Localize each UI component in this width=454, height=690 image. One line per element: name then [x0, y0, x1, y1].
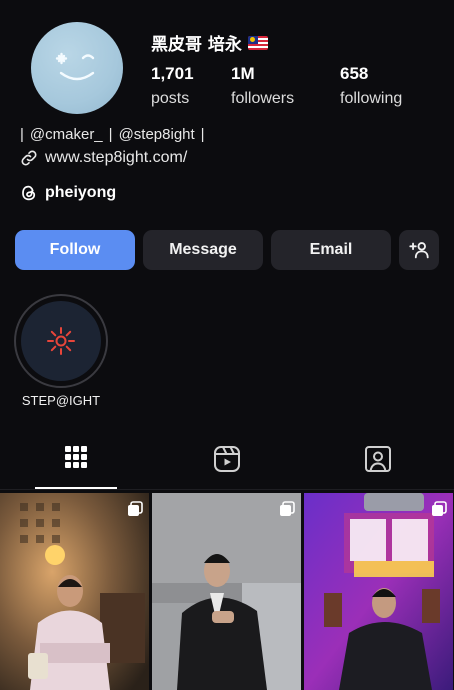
- grid-post-3[interactable]: [304, 493, 453, 690]
- threads-handle: pheiyong: [45, 184, 117, 201]
- posts-stat[interactable]: 1,701 posts: [151, 64, 194, 108]
- reels-icon: [213, 446, 240, 472]
- display-name: 黑皮哥 培永: [151, 30, 268, 55]
- grid-post-2[interactable]: [152, 493, 301, 690]
- email-button[interactable]: Email: [271, 230, 391, 270]
- tagged-icon: [364, 446, 391, 472]
- following-stat[interactable]: 658 following: [340, 64, 402, 108]
- tab-tagged[interactable]: [302, 443, 453, 491]
- avatar[interactable]: [31, 22, 123, 114]
- tab-posts-grid[interactable]: [0, 443, 151, 491]
- profile-link[interactable]: www.step8ight.com/: [20, 149, 187, 167]
- grid-icon: [64, 446, 87, 468]
- post-image-3: [304, 493, 453, 690]
- follow-button[interactable]: Follow: [15, 230, 135, 270]
- highlight-step8ight[interactable]: [14, 294, 108, 388]
- post-image-2: [152, 493, 301, 690]
- multi-post-icon: [280, 501, 295, 516]
- mention-cmaker[interactable]: @cmaker_: [30, 126, 103, 143]
- following-label: following: [340, 90, 403, 107]
- sun-logo-icon: [47, 327, 75, 355]
- malaysia-flag-icon: [247, 35, 268, 50]
- email-button-label: Email: [309, 241, 353, 258]
- multi-post-icon: [432, 501, 447, 516]
- posts-label: posts: [151, 90, 190, 107]
- link-text: www.step8ight.com/: [45, 149, 188, 166]
- mention-cmaker-text: @cmaker_: [29, 126, 103, 143]
- tab-reels[interactable]: [151, 443, 302, 491]
- followers-count: 1M: [231, 64, 255, 83]
- threads-badge[interactable]: pheiyong: [20, 184, 116, 202]
- add-user-button[interactable]: [399, 230, 439, 270]
- bio-separator: |: [200, 126, 205, 143]
- smiley-avatar-art: [55, 52, 95, 81]
- following-count: 658: [340, 64, 369, 83]
- threads-icon: [22, 185, 36, 201]
- highlight-cover: [21, 301, 101, 381]
- tabs-divider: [0, 489, 454, 490]
- display-name-text: 黑皮哥 培永: [151, 35, 242, 55]
- bio-mentions: | @cmaker_ | @step8ight |: [20, 126, 205, 143]
- post-image-1: [0, 493, 149, 690]
- followers-label: followers: [231, 90, 295, 107]
- link-icon: [21, 150, 37, 166]
- grid-post-1[interactable]: [0, 493, 149, 690]
- mention-step8ight[interactable]: @step8ight: [119, 126, 195, 143]
- bio-separator: |: [108, 126, 113, 143]
- followers-stat[interactable]: 1M followers: [231, 64, 294, 108]
- mention-step8ight-text: @step8ight: [118, 126, 195, 143]
- posts-count: 1,701: [151, 64, 194, 83]
- message-button-label: Message: [169, 241, 237, 258]
- bio-separator: |: [20, 126, 24, 143]
- add-user-icon: [409, 242, 429, 259]
- highlight-label: STEP@IGHT: [21, 393, 101, 408]
- follow-button-label: Follow: [49, 241, 101, 258]
- message-button[interactable]: Message: [143, 230, 263, 270]
- multi-post-icon: [128, 501, 143, 516]
